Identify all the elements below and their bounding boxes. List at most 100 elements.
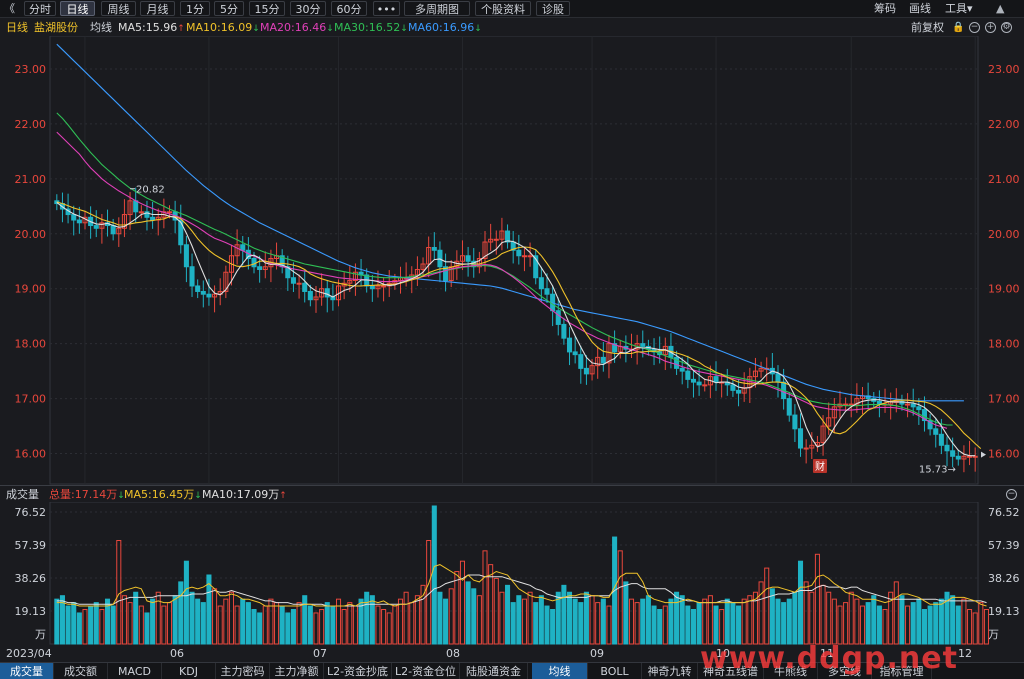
volume-bar <box>775 598 781 645</box>
volume-bar <box>696 602 702 645</box>
volume-bar <box>330 605 336 645</box>
volume-bar <box>88 605 94 645</box>
stock-name[interactable]: 盐湖股份 <box>34 21 78 34</box>
y-axis-label-right: 19.00 <box>988 283 1020 296</box>
collapse-left-icon[interactable]: 《 <box>4 1 15 16</box>
volume-bar <box>150 598 156 645</box>
volume-bar <box>510 602 516 645</box>
volume-bar <box>183 560 189 645</box>
volume-bar <box>217 605 223 645</box>
volume-bar <box>764 567 770 645</box>
volume-bar <box>364 591 370 645</box>
tab-1min[interactable]: 1分 <box>180 1 210 16</box>
candlestick <box>640 343 646 347</box>
indicator-tab[interactable]: 陆股通资金 <box>460 663 528 679</box>
candlestick <box>967 455 973 458</box>
volume-bar <box>443 598 449 645</box>
tab-fenshi[interactable]: 分时 <box>24 1 56 16</box>
indicator-tab[interactable]: 成交量 <box>0 663 54 679</box>
price-chart[interactable]: 23.00 23.00 22.00 22.00 21.00 21.00 20.00 20.00… <box>0 36 1024 485</box>
indicator-tab[interactable]: L2-资金抄底 <box>324 663 392 679</box>
tools-menu[interactable]: 工具▾ <box>945 1 973 16</box>
volume-bar <box>420 584 426 645</box>
candlestick <box>561 323 567 339</box>
multi-period-button[interactable]: 多周期图 <box>404 1 470 16</box>
close-panel-icon[interactable]: − <box>1006 489 1017 500</box>
indicator-tab[interactable]: L2-资金仓位 <box>392 663 460 679</box>
indicator-tab[interactable]: MACD <box>108 663 162 679</box>
volume-bar <box>589 595 595 645</box>
x-axis-label: 2023/04 <box>6 647 52 660</box>
volume-bar <box>803 581 809 645</box>
indicator-tab[interactable]: KDJ <box>162 663 216 679</box>
x-axis-label: 08 <box>446 647 460 660</box>
candlestick <box>786 398 792 416</box>
y-axis-label-right: 16.00 <box>988 448 1020 461</box>
indicator-tab[interactable]: 均线 <box>532 663 588 679</box>
volume-label[interactable]: 成交量 <box>6 488 39 501</box>
tab-5min[interactable]: 5分 <box>214 1 244 16</box>
volume-bar <box>200 602 206 645</box>
volume-bar <box>279 605 285 645</box>
volume-bar <box>166 602 173 645</box>
ma-label[interactable]: 均线 <box>90 21 112 34</box>
zoom-in-icon[interactable]: + <box>985 22 996 33</box>
volume-bar <box>606 605 612 645</box>
indicator-tab[interactable]: BOLL <box>588 663 642 679</box>
candlestick <box>736 389 742 394</box>
volume-chart[interactable]: 76.52 76.52 57.39 57.39 38.26 38.26 19.13 19.13… <box>0 502 1024 662</box>
tab-daily[interactable]: 日线 <box>60 1 95 16</box>
volume-bar <box>781 602 787 645</box>
more-button[interactable]: ••• <box>373 1 400 16</box>
candlestick <box>195 285 201 292</box>
lock-icon[interactable]: 🔒 <box>952 21 964 34</box>
draw-line-button[interactable]: 画线 <box>909 1 931 16</box>
candlestick <box>938 433 944 446</box>
volume-bar <box>65 605 71 645</box>
diagnose-button[interactable]: 诊股 <box>536 1 570 16</box>
tab-30min[interactable]: 30分 <box>290 1 326 16</box>
volume-axis-label-left: 19.13 <box>15 605 47 618</box>
tab-15min[interactable]: 15分 <box>249 1 285 16</box>
tab-monthly[interactable]: 月线 <box>140 1 175 16</box>
volume-bar <box>921 609 928 645</box>
tab-60min[interactable]: 60分 <box>331 1 367 16</box>
indicator-tab[interactable]: 主力密码 <box>216 663 270 679</box>
indicator-tab[interactable]: 主力净额 <box>270 663 324 679</box>
candlestick <box>150 216 156 221</box>
volume-bar <box>578 602 584 645</box>
volume-bar <box>831 598 837 645</box>
volume-bar <box>313 612 319 645</box>
volume-bar <box>324 602 330 645</box>
volume-bar <box>967 609 973 645</box>
up-arrow-icon[interactable]: ▲ <box>996 1 1004 16</box>
volume-bar <box>769 588 775 645</box>
candlestick <box>792 414 798 430</box>
adjust-mode[interactable]: 前复权 <box>911 21 944 34</box>
candlestick <box>690 378 697 383</box>
indicator-tab[interactable]: 神奇九转 <box>642 663 698 679</box>
volume-bar <box>978 602 984 645</box>
indicator-tab[interactable]: 成交额 <box>54 663 108 679</box>
volume-bar <box>471 588 477 645</box>
tab-weekly[interactable]: 周线 <box>101 1 136 16</box>
volume-bar <box>600 598 606 645</box>
volume-bar <box>448 588 454 645</box>
volume-bar <box>792 591 798 645</box>
volume-bar <box>938 598 944 645</box>
stock-profile-button[interactable]: 个股资料 <box>475 1 531 16</box>
chips-button[interactable]: 筹码 <box>874 1 896 16</box>
volume-axis-label-right: 76.52 <box>988 506 1020 519</box>
volume-axis-label-left: 38.26 <box>15 572 47 585</box>
zoom-out-icon[interactable]: − <box>969 22 980 33</box>
candlestick <box>200 290 206 295</box>
candlestick <box>843 403 849 406</box>
volume-bar <box>674 591 680 645</box>
volume-axis-label-right: 57.39 <box>988 539 1020 552</box>
volume-bar <box>212 588 218 645</box>
settings-icon[interactable]: ⚙ <box>1001 22 1012 33</box>
candlestick <box>465 255 471 262</box>
volume-unit-left: 万 <box>35 628 46 641</box>
volume-bar <box>651 605 657 645</box>
volume-bar <box>814 553 820 645</box>
